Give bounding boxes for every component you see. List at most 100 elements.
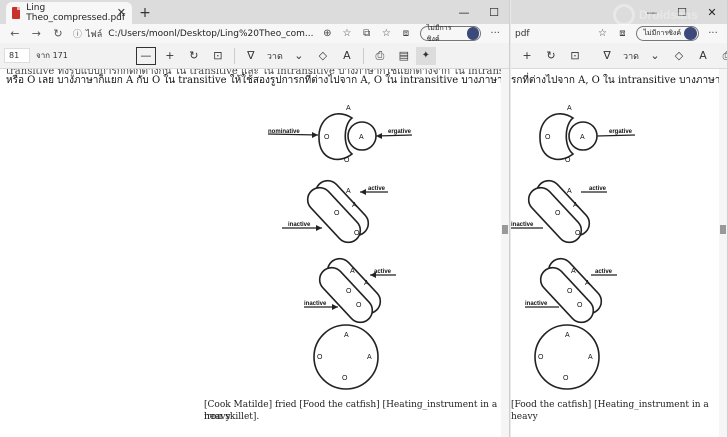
label-inactive: inactive <box>511 222 534 228</box>
label-O: O <box>356 302 362 309</box>
draw-icon[interactable]: ∇ <box>241 47 261 65</box>
label-O: O <box>346 288 352 295</box>
fit-page-icon[interactable]: ⊡ <box>208 47 228 65</box>
print-icon[interactable]: ⎙ <box>717 47 727 65</box>
scrollbar-right[interactable] <box>719 69 727 437</box>
tab-title: Ling Theo_compressed.pdf <box>26 3 126 23</box>
pdf-toolbar-right: + ↻ ⊡ ∇ วาด ⌄ ◇ A ⎙ ▤ ✦ <box>511 43 727 69</box>
svg-text:O: O <box>563 375 569 382</box>
favorite-star-icon[interactable]: ☆ <box>592 28 612 39</box>
extensions-icon[interactable]: ⧈ <box>396 28 416 39</box>
profile-label: ไม่มีการซิงค์ <box>426 23 452 43</box>
address-label: ไฟล์ <box>85 29 103 40</box>
watermark-logo: Droidsans <box>613 2 699 32</box>
favorite-star-icon[interactable]: ☆ <box>337 28 357 39</box>
svg-text:A: A <box>565 332 570 339</box>
zoom-out-button[interactable]: — <box>135 46 156 65</box>
label-inactive-2: inactive <box>525 301 548 307</box>
svg-text:O: O <box>567 288 573 295</box>
erase-icon[interactable]: ◇ <box>313 47 333 65</box>
scrollbar-thumb[interactable] <box>502 225 508 234</box>
more-menu-icon[interactable]: ··· <box>703 28 723 39</box>
profile-button[interactable]: ไม่มีการซิงค์ <box>419 24 482 43</box>
label-active-2: active <box>374 269 392 275</box>
label-ergative: ergative <box>388 129 412 135</box>
minimize-icon[interactable]: — <box>449 0 479 24</box>
zoom-in-button[interactable]: + <box>160 47 180 65</box>
page-number-input[interactable]: 81 <box>4 48 30 63</box>
pdf-toolbar: 81 จาก 171 — + ↻ ⊡ ∇ วาด ⌄ ◇ A ⎙ ▤ ✦ <box>0 43 509 69</box>
info-icon[interactable]: ⓘ <box>73 27 82 40</box>
label-A: A <box>346 105 351 112</box>
scrollbar[interactable] <box>501 69 509 437</box>
url-field[interactable]: ⓘ ไฟล์ C:/Users/moonl/Desktop/Ling%20The… <box>73 26 314 41</box>
label-A: A <box>364 280 369 287</box>
draw-button[interactable]: วาด <box>621 47 641 65</box>
label-A: A <box>350 268 355 275</box>
right-browser-window: — ☐ ✕ Droidsans pdf ☆ ⧈ ไม่มีการซิงค์ ··… <box>511 0 728 437</box>
svg-text:O: O <box>577 302 583 309</box>
more-menu-icon[interactable]: ··· <box>485 28 505 39</box>
label-active: active <box>368 186 386 192</box>
label-ergative: ergative <box>609 129 633 135</box>
svg-text:A: A <box>567 188 572 195</box>
window-controls: — ☐ <box>449 0 509 24</box>
forward-icon[interactable]: → <box>26 27 48 40</box>
svg-text:A: A <box>573 202 578 209</box>
fit-page-icon[interactable]: ⊡ <box>565 47 585 65</box>
label-active-2: active <box>595 269 613 275</box>
page-count: จาก 171 <box>36 51 68 60</box>
pin-toolbar-icon[interactable]: ✦ <box>415 46 436 65</box>
tab-strip-right: — ☐ ✕ Droidsans <box>511 0 727 26</box>
divider <box>233 47 235 64</box>
watermark-logo-text: Droidsans <box>639 8 698 22</box>
svg-text:A: A <box>571 268 576 275</box>
label-O: O <box>334 210 340 217</box>
print-icon[interactable]: ⎙ <box>370 47 390 65</box>
erase-icon[interactable]: ◇ <box>669 47 689 65</box>
pdf-page-right: รกที่ต่างไปจาก A, O ใน intransitive บางภ… <box>511 69 727 437</box>
draw-icon[interactable]: ∇ <box>597 47 617 65</box>
chevron-down-icon[interactable]: ⌄ <box>645 47 665 65</box>
label-A: A <box>344 332 349 339</box>
read-aloud-icon[interactable]: A <box>337 47 357 65</box>
address-bar: ← → ↻ ⓘ ไฟล์ C:/Users/moonl/Desktop/Ling… <box>0 24 509 43</box>
label-A: A <box>367 354 372 361</box>
svg-text:A: A <box>585 280 590 287</box>
caption-line-2: iron skillet]. <box>204 412 260 422</box>
rotate-icon[interactable]: ↻ <box>541 47 561 65</box>
label-O: O <box>342 375 348 382</box>
draw-button[interactable]: วาด <box>265 47 285 65</box>
refresh-icon[interactable]: ↻ <box>47 27 69 40</box>
tab-pdf[interactable]: Ling Theo_compressed.pdf ✕ <box>6 2 132 24</box>
url-text[interactable]: C:/Users/moonl/Desktop/Ling%20Theo_com..… <box>108 29 313 39</box>
chevron-down-icon[interactable]: ⌄ <box>289 47 309 65</box>
label-inactive: inactive <box>288 222 311 228</box>
back-icon[interactable]: ← <box>4 27 26 40</box>
save-icon[interactable]: ▤ <box>394 47 414 65</box>
svg-text:A: A <box>580 134 585 141</box>
divider <box>362 47 364 64</box>
label-A: A <box>352 202 357 209</box>
collections-icon[interactable]: ⧉ <box>357 28 377 39</box>
inactive-pill-front-2 <box>318 266 374 324</box>
label-O: O <box>344 157 350 164</box>
svg-text:O: O <box>538 354 544 361</box>
svg-text:O: O <box>575 230 581 237</box>
zoom-icon[interactable]: ⊕ <box>318 28 338 39</box>
favorites-icon[interactable]: ☆ <box>376 28 396 39</box>
label-inactive-2: inactive <box>304 301 327 307</box>
maximize-icon[interactable]: ☐ <box>479 0 509 24</box>
pdf-page: transitive ทั้งรูปแบบการกกดกต่างกัน ใน t… <box>0 69 509 437</box>
read-aloud-icon[interactable]: A <box>693 47 713 65</box>
label-A: A <box>346 188 351 195</box>
scrollbar-thumb[interactable] <box>720 225 726 234</box>
rotate-icon[interactable]: ↻ <box>184 47 204 65</box>
label-O: O <box>324 134 330 141</box>
url-fragment[interactable]: pdf <box>515 29 530 39</box>
tab-close-icon[interactable]: ✕ <box>117 6 126 19</box>
label-active: active <box>589 186 607 192</box>
new-tab-button[interactable]: + <box>136 2 154 24</box>
close-icon[interactable]: ✕ <box>697 0 727 24</box>
zoom-in-button[interactable]: + <box>517 47 537 65</box>
